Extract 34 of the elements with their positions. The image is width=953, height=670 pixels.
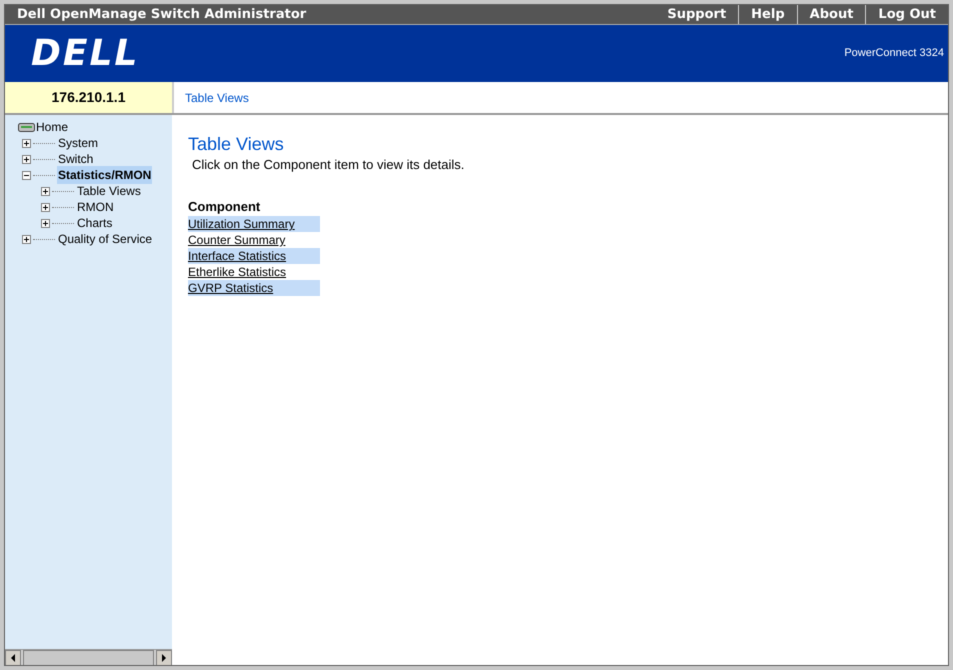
collapse-icon[interactable]: [22, 170, 31, 180]
breadcrumb: Table Views: [185, 90, 249, 106]
tree-item[interactable]: RMON: [76, 198, 115, 216]
tree-item[interactable]: Quality of Service: [57, 230, 154, 248]
app-title: Dell OpenManage Switch Administrator: [16, 6, 306, 24]
switch-icon: [18, 122, 35, 132]
scroll-left-icon[interactable]: [5, 650, 21, 665]
tree-item[interactable]: System: [57, 134, 100, 152]
expand-icon[interactable]: [22, 154, 31, 164]
expand-icon[interactable]: [22, 138, 31, 148]
page-title: Table Views: [188, 133, 285, 155]
column-header: Component: [188, 198, 262, 216]
tree-item[interactable]: Statistics/RMON: [57, 166, 152, 184]
tree-item[interactable]: Home: [36, 118, 68, 136]
scroll-right-icon[interactable]: [156, 650, 172, 665]
product-name: PowerConnect 3324: [844, 46, 945, 62]
expand-icon[interactable]: [41, 202, 50, 212]
header-link[interactable]: About: [796, 5, 866, 24]
logo: DELL: [30, 32, 140, 76]
expand-icon[interactable]: [41, 186, 50, 196]
instruction-text: Click on the Component item to view its details.: [191, 156, 466, 174]
component-link[interactable]: Etherlike Statistics: [188, 264, 286, 280]
expand-icon[interactable]: [41, 218, 50, 228]
tree-item[interactable]: Table Views: [76, 182, 142, 200]
device-ip: 176.210.1.1: [52, 88, 126, 107]
expand-icon[interactable]: [22, 234, 31, 244]
component-link[interactable]: Counter Summary: [188, 232, 286, 248]
header-link[interactable]: Support: [655, 5, 738, 24]
tree-item[interactable]: Charts: [76, 214, 114, 232]
tree-item[interactable]: Switch: [57, 150, 94, 168]
header-link[interactable]: Help: [738, 5, 797, 24]
horizontal-scrollbar[interactable]: [5, 649, 172, 665]
scroll-thumb[interactable]: [23, 650, 154, 665]
header-link[interactable]: Log Out: [865, 5, 948, 24]
